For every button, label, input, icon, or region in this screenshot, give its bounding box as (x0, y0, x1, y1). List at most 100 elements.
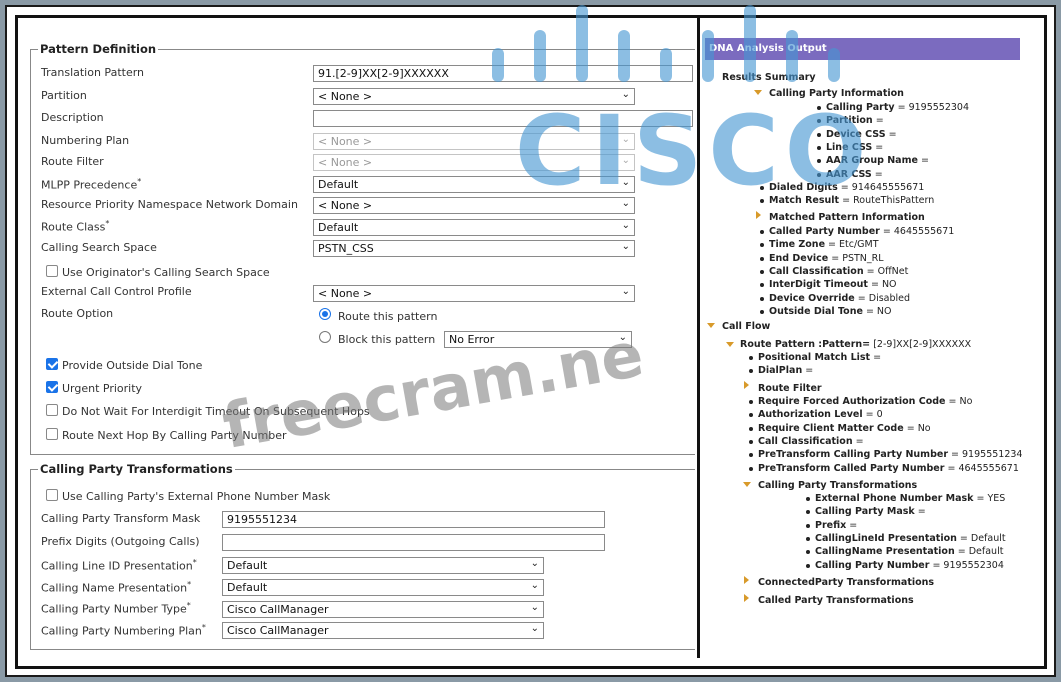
cisco-logo-bar (660, 48, 672, 82)
tree-item-value: = (875, 141, 884, 153)
do-not-wait-checkbox[interactable] (46, 404, 58, 416)
calling-search-space-label: Calling Search Space (41, 241, 157, 254)
route-class-select[interactable]: Default ⌄ (313, 219, 635, 236)
tree-item: PreTransform Called Party Number = 46455… (758, 463, 1019, 474)
tree-item: InterDigit Timeout = NO (769, 279, 897, 290)
tree-item-value: = 9195552304 (897, 102, 970, 113)
cisco-logo-bar (786, 30, 798, 82)
collapse-arrow-icon[interactable] (744, 576, 749, 584)
numbering-plan-cp-value: Cisco CallManager (227, 624, 329, 637)
tree-item-value: = (917, 506, 926, 518)
tree-item-key: Calling Party Mask (815, 506, 915, 518)
party-number-type-value: Cisco CallManager (227, 603, 329, 616)
calling-line-id-select[interactable]: Default ⌄ (222, 557, 544, 574)
party-number-type-select[interactable]: Cisco CallManager ⌄ (222, 601, 544, 618)
calling-line-id-label-text: Calling Line ID Presentation (41, 559, 193, 573)
transform-mask-input[interactable]: 9195551234 (222, 511, 605, 528)
fieldset-border (30, 454, 695, 455)
bullet-icon (806, 563, 810, 568)
tree-item-key: PreTransform Called Party Number (758, 462, 945, 474)
collapse-arrow-icon[interactable] (744, 594, 749, 602)
mlpp-precedence-label: MLPP Precedence* (41, 177, 142, 192)
tree-item-value: = NO (865, 305, 892, 317)
tree-item-value: = (849, 519, 858, 531)
cpt-node[interactable]: Calling Party Transformations (758, 480, 917, 491)
tree-item-value: = 4645555671 (947, 462, 1019, 474)
mlpp-precedence-label-text: MLPP Precedence (41, 178, 138, 192)
tree-item-value: = PSTN_RL (831, 252, 884, 264)
route-pattern[interactable]: Route Pattern :Pattern= [2-9]XX[2-9]XXXX… (740, 339, 971, 350)
call-flow[interactable]: Call Flow (722, 321, 770, 332)
bullet-icon (806, 536, 810, 541)
tree-item-key: Require Client Matter Code (758, 422, 904, 434)
called-party-node[interactable]: Called Party Transformations (758, 595, 914, 606)
results-summary: Results Summary (722, 72, 816, 83)
tree-item-key: Device Override (769, 292, 855, 304)
connected-party-text: ConnectedParty Transformations (758, 577, 935, 588)
fieldset-border (30, 649, 695, 650)
numbering-plan-label: Numbering Plan (41, 134, 130, 147)
prefix-digits-input[interactable] (222, 534, 605, 551)
tree-item-value: = No (948, 396, 973, 407)
tree-item: Call Classification = (758, 436, 864, 447)
tree-item-value: = Disabled (857, 292, 911, 304)
calling-line-id-value: Default (227, 559, 268, 572)
tree-item: Calling Party Mask = (815, 506, 926, 517)
use-originator-css-label: Use Originator's Calling Search Space (62, 266, 270, 279)
bullet-icon (760, 296, 764, 301)
use-originator-css-checkbox[interactable] (46, 265, 58, 277)
tree-item: End Device = PSTN_RL (769, 253, 884, 264)
tree-item-key: End Device (769, 252, 829, 264)
calling-name-select[interactable]: Default ⌄ (222, 579, 544, 596)
tree-item: Device Override = Disabled (769, 293, 910, 304)
chevron-down-icon: ⌄ (530, 558, 539, 569)
collapse-arrow-icon[interactable] (756, 211, 761, 219)
tree-item-value: = Etc/GMT (828, 239, 879, 251)
bullet-icon (760, 309, 764, 314)
numbering-plan-value: < None > (318, 135, 373, 148)
tree-item: Positional Match List = (758, 352, 881, 363)
provide-outside-dial-tone-checkbox[interactable] (46, 358, 58, 370)
calling-name-label-text: Calling Name Presentation (41, 581, 188, 595)
route-filter-node[interactable]: Route Filter (758, 383, 822, 394)
use-external-mask-checkbox[interactable] (46, 489, 58, 501)
tree-item-key: Called Party Number (769, 226, 880, 237)
expand-arrow-icon[interactable] (707, 323, 715, 328)
chevron-down-icon: ⌄ (530, 623, 539, 634)
numbering-plan-cp-label: Calling Party Numbering Plan* (41, 623, 206, 638)
party-number-type-label-text: Calling Party Number Type (41, 602, 187, 616)
urgent-priority-checkbox[interactable] (46, 381, 58, 393)
tree-item-key: Positional Match List (758, 352, 871, 363)
numbering-plan-cp-label-text: Calling Party Numbering Plan (41, 624, 202, 638)
route-this-pattern-radio[interactable] (319, 308, 331, 320)
external-call-control-select[interactable]: < None > ⌄ (313, 285, 635, 302)
provide-outside-dial-tone-label: Provide Outside Dial Tone (62, 359, 203, 372)
bullet-icon (760, 256, 764, 261)
tree-item-value: = (855, 435, 864, 447)
partition-label: Partition (41, 89, 87, 102)
tree-item-key: PreTransform Calling Party Number (758, 449, 948, 461)
bullet-icon (760, 269, 764, 274)
tree-item-key: Prefix (815, 519, 847, 531)
connected-party-node[interactable]: ConnectedParty Transformations (758, 577, 934, 588)
matched-pattern-info[interactable]: Matched Pattern Information (769, 212, 925, 223)
called-party-text: Called Party Transformations (758, 595, 914, 606)
tree-item-key: InterDigit Timeout (769, 279, 868, 291)
block-this-pattern-radio[interactable] (319, 331, 331, 343)
calling-search-space-select[interactable]: PSTN_CSS ⌄ (313, 240, 635, 257)
numbering-plan-cp-select[interactable]: Cisco CallManager ⌄ (222, 622, 544, 639)
route-next-hop-checkbox[interactable] (46, 428, 58, 440)
tree-item-key: Authorization Level (758, 409, 863, 421)
tree-item-value: = (888, 128, 897, 140)
tree-item-key: Outside Dial Tone (769, 305, 863, 317)
expand-arrow-icon[interactable] (726, 342, 734, 347)
resource-priority-value: < None > (318, 199, 373, 212)
party-number-type-label: Calling Party Number Type* (41, 601, 191, 616)
description-label: Description (41, 111, 104, 124)
tree-item-value: = (875, 115, 884, 127)
resource-priority-label: Resource Priority Namespace Network Doma… (41, 198, 298, 211)
expand-arrow-icon[interactable] (743, 482, 751, 487)
collapse-arrow-icon[interactable] (744, 381, 749, 389)
tree-item-value: = (805, 365, 814, 377)
tree-item-value: = No (906, 422, 931, 434)
